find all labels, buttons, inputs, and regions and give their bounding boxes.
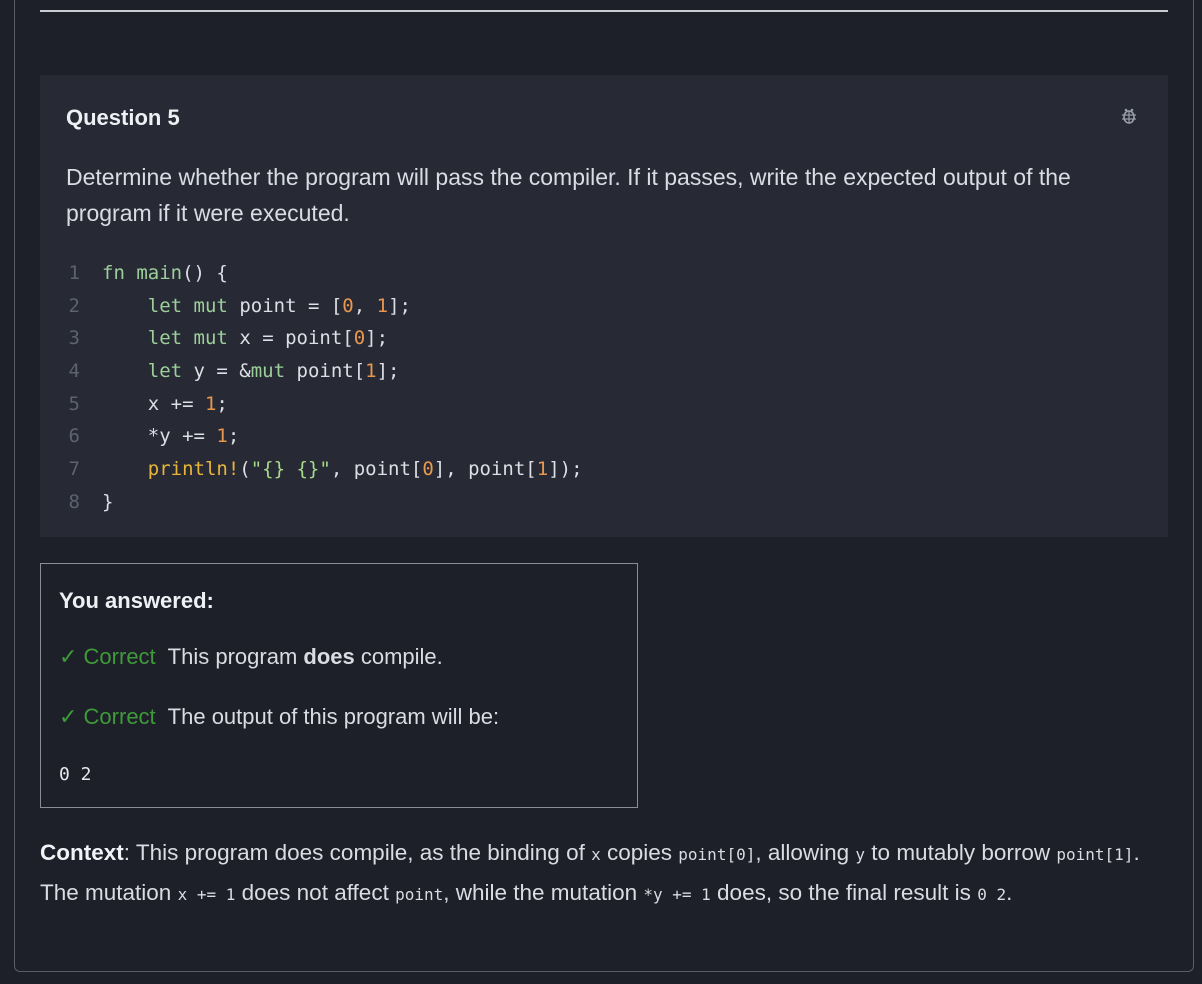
code-line: 7 println!("{} {}", point[0], point[1]); [68, 458, 583, 481]
correct-badge: ✓ Correct [59, 644, 156, 669]
code-block: 1 fn main() { 2 let mut point = [0, 1]; 3… [66, 257, 583, 519]
answer-output: 0 2 [59, 764, 92, 785]
code-line: 1 fn main() { [68, 262, 228, 284]
code-line: 2 let mut point = [0, 1]; [68, 294, 411, 317]
divider [40, 10, 1168, 12]
answer-box: You answered: ✓ Correct This program does… [40, 563, 638, 808]
context-label: Context [40, 840, 124, 865]
context-explanation: Context: This program does compile, as t… [40, 840, 1140, 905]
code-line: 3 let mut x = point[0]; [68, 327, 389, 350]
bug-icon[interactable] [1120, 107, 1138, 125]
question-prompt: Determine whether the program will pass … [66, 164, 1071, 226]
answer-row-output: ✓ Correct The output of this program will… [59, 704, 500, 729]
question-title: Question 5 [66, 105, 180, 130]
code-line: 6 *y += 1; [68, 425, 240, 448]
answer-title: You answered: [59, 588, 214, 613]
answer-row-compile: ✓ Correct This program does compile. [59, 644, 443, 669]
code-line: 4 let y = &mut point[1]; [68, 360, 400, 383]
correct-badge: ✓ Correct [59, 704, 156, 729]
code-line: 8} [68, 490, 114, 513]
question-card: Question 5 Determine whether the program… [40, 75, 1168, 537]
code-line: 5 x += 1; [68, 392, 228, 415]
